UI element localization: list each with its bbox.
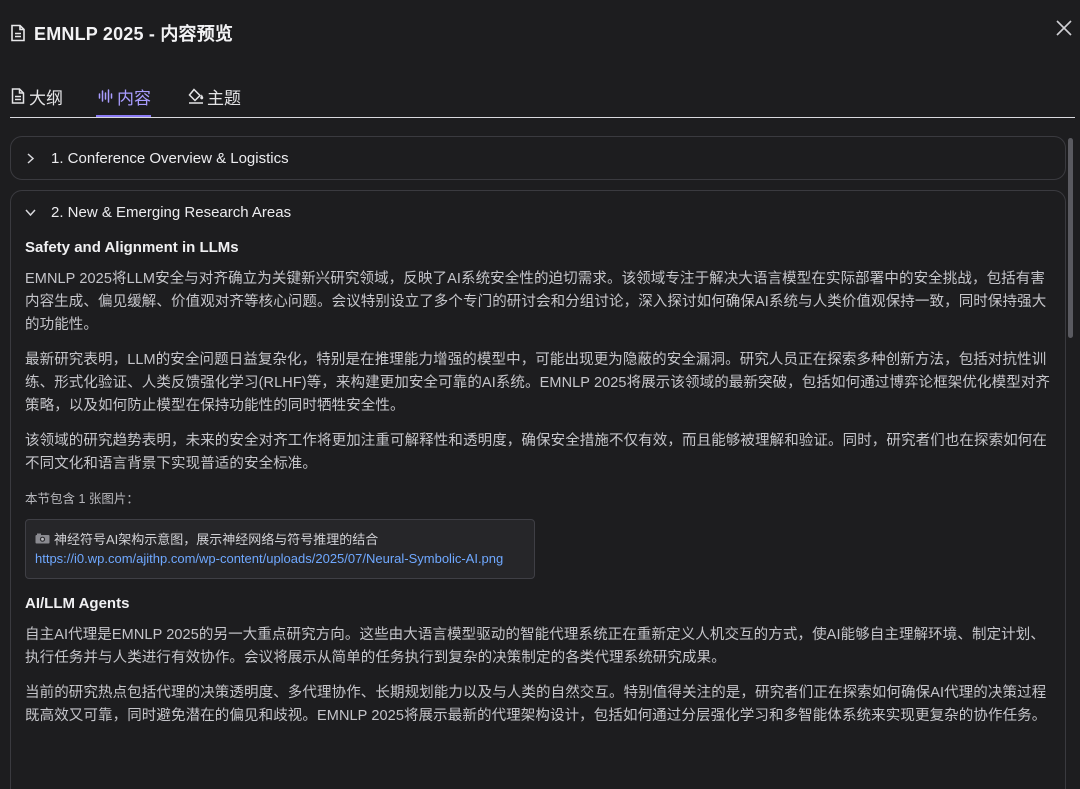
section-2: 2. New & Emerging Research Areas Safety … [10,190,1066,789]
chevron-down-icon [25,208,36,216]
dialog-title: EMNLP 2025 - 内容预览 [34,24,234,44]
image-count-label: 本节包含 1 张图片： [25,492,139,506]
image-description: 神经符号AI架构示意图，展示神经网络与符号推理的结合 [54,531,379,547]
section-1-header[interactable]: 1. Conference Overview & Logistics [11,137,1065,179]
paint-bucket-icon [188,88,204,104]
tab-theme-label: 主题 [207,88,241,108]
paragraph: 自主AI代理是EMNLP 2025的另一大重点研究方向。这些由大语言模型驱动的智… [25,627,1045,666]
title-row: EMNLP 2025 - 内容预览 [10,20,233,46]
image-url-link[interactable]: https://i0.wp.com/ajithp.com/wp-content/… [35,551,525,566]
tab-bar: 大纲 内容 主题 [0,64,1080,118]
paragraph: EMNLP 2025将LLM安全与对齐确立为关键新兴研究领域，反映了AI系统安全… [25,271,1047,333]
subsection-heading: Safety and Alignment in LLMs [25,239,239,256]
tab-outline-label: 大纲 [29,88,63,108]
file-text-icon [11,88,25,104]
audio-wave-icon [98,89,113,103]
tabs-divider [10,117,1075,118]
paragraph: 当前的研究热点包括代理的决策透明度、多代理协作、长期规划能力以及与人类的自然交互… [25,685,1047,724]
scrollbar-thumb[interactable] [1068,138,1073,338]
tab-content-label: 内容 [117,88,151,108]
image-description-row: 神经符号AI架构示意图，展示神经网络与符号推理的结合 [35,528,525,548]
section-2-body: Safety and Alignment in LLMs EMNLP 2025将… [11,239,1065,728]
section-2-header[interactable]: 2. New & Emerging Research Areas [11,191,1065,233]
chevron-right-icon [27,152,35,164]
dialog-header: EMNLP 2025 - 内容预览 [0,0,1080,64]
paragraph: 该领域的研究趋势表明，未来的安全对齐工作将更加注重可解释性和透明度，确保安全措施… [25,433,1047,472]
section-2-title: 2. New & Emerging Research Areas [51,203,292,221]
tab-theme[interactable]: 主题 [188,74,241,118]
close-icon[interactable] [1054,18,1074,38]
section-1-title: 1. Conference Overview & Logistics [51,149,289,167]
image-reference-card: 神经符号AI架构示意图，展示神经网络与符号推理的结合 https://i0.wp… [25,519,535,579]
tab-outline[interactable]: 大纲 [10,74,63,118]
camera-icon [35,533,50,543]
tab-content[interactable]: 内容 [98,74,151,118]
subsection-heading: AI/LLM Agents [25,595,130,612]
document-icon [11,24,25,42]
paragraph: 最新研究表明，LLM的安全问题日益复杂化，特别是在推理能力增强的模型中，可能出现… [25,352,1050,414]
section-1: 1. Conference Overview & Logistics [10,136,1066,180]
